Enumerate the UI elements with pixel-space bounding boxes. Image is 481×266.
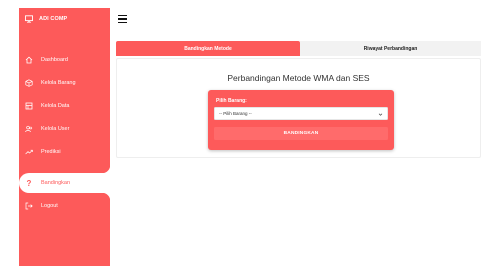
sidebar-item-label: Prediksi bbox=[41, 149, 61, 155]
sidebar-item-bandingkan[interactable]: ? Bandingkan bbox=[19, 165, 110, 201]
sidebar: ADI COMP Dashboard Kelola Barang Kelola … bbox=[19, 8, 110, 266]
menu-toggle-icon[interactable] bbox=[118, 15, 127, 23]
logout-icon bbox=[25, 202, 33, 210]
tab-bar: Bandingkan Metode Riwayat Perbandingan bbox=[116, 41, 481, 56]
tab-label: Bandingkan Metode bbox=[184, 45, 232, 52]
users-icon bbox=[25, 125, 33, 133]
tab-riwayat-perbandingan[interactable]: Riwayat Perbandingan bbox=[300, 41, 481, 56]
tab-bandingkan-metode[interactable]: Bandingkan Metode bbox=[116, 41, 300, 56]
sidebar-item-label: Kelola User bbox=[41, 126, 70, 132]
question-icon: ? bbox=[26, 178, 32, 188]
brand[interactable]: ADI COMP bbox=[19, 8, 110, 30]
sidebar-item-kelola-user[interactable]: Kelola User bbox=[19, 119, 110, 139]
brand-label: ADI COMP bbox=[39, 16, 68, 22]
bandingkan-button[interactable]: BANDINGKAN bbox=[214, 127, 388, 140]
page-title: Perbandingan Metode WMA dan SES bbox=[227, 73, 370, 83]
trend-icon bbox=[25, 148, 33, 156]
sidebar-item-label: Logout bbox=[41, 203, 58, 209]
select-label: Pilih Barang: bbox=[216, 98, 247, 104]
chevron-down-icon bbox=[378, 112, 383, 117]
select-value: -- Pilih Barang -- bbox=[219, 111, 252, 116]
compare-form: Pilih Barang: -- Pilih Barang -- BANDING… bbox=[208, 90, 394, 150]
sidebar-item-kelola-barang[interactable]: Kelola Barang bbox=[19, 73, 110, 93]
tab-label: Riwayat Perbandingan bbox=[363, 45, 418, 52]
sidebar-item-kelola-data[interactable]: Kelola Data bbox=[19, 96, 110, 116]
box-icon bbox=[25, 79, 33, 87]
sidebar-item-dashboard[interactable]: Dashboard bbox=[19, 50, 110, 70]
sidebar-item-label: Kelola Barang bbox=[41, 80, 76, 86]
sidebar-item-logout[interactable]: Logout bbox=[19, 196, 110, 216]
barang-select[interactable]: -- Pilih Barang -- bbox=[214, 107, 388, 120]
monitor-icon bbox=[25, 15, 33, 23]
sidebar-item-label: Kelola Data bbox=[41, 103, 70, 109]
home-icon bbox=[25, 56, 33, 64]
sidebar-item-label: Dashboard bbox=[41, 57, 68, 63]
database-icon bbox=[25, 102, 33, 110]
sidebar-item-label: Bandingkan bbox=[41, 180, 71, 186]
sidebar-item-prediksi[interactable]: Prediksi bbox=[19, 142, 110, 162]
